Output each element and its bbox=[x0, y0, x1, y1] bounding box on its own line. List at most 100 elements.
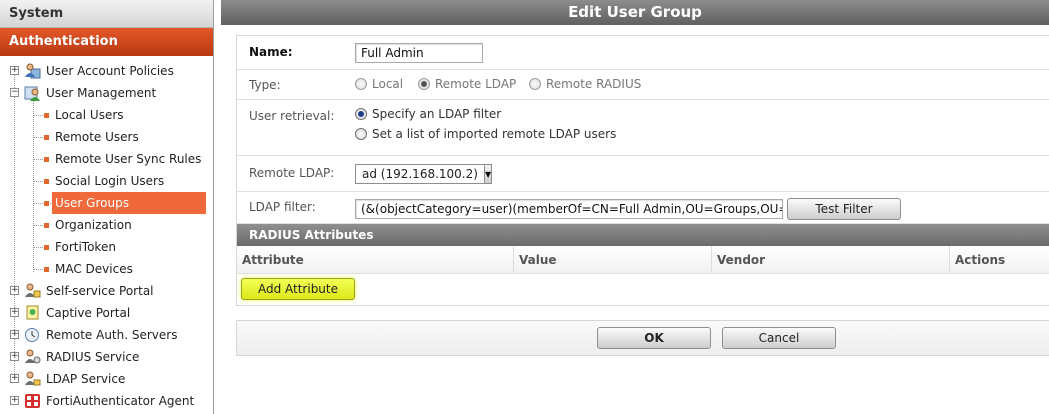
retrieval-radio-imported-users[interactable]: Set a list of imported remote LDAP users bbox=[355, 127, 616, 141]
radio-label: Remote RADIUS bbox=[546, 77, 642, 91]
expand-icon[interactable]: + bbox=[10, 286, 19, 295]
form-actions: OK Cancel bbox=[236, 320, 1049, 356]
nav-item-label: Remote User Sync Rules bbox=[55, 152, 202, 166]
user-group-form: Name: Full Admin Type: Local Remote LDAP… bbox=[236, 35, 1049, 306]
remote-auth-icon bbox=[25, 328, 39, 342]
nav-item-label: User Account Policies bbox=[46, 64, 174, 78]
bullet-icon bbox=[44, 113, 49, 118]
agent-icon bbox=[25, 394, 40, 408]
nav-item-label: Remote Auth. Servers bbox=[46, 328, 178, 342]
type-label: Type: bbox=[249, 78, 281, 92]
expand-icon[interactable]: + bbox=[10, 352, 19, 361]
expand-icon[interactable]: + bbox=[10, 396, 19, 405]
column-attribute: Attribute bbox=[237, 246, 514, 274]
nav-item-label: User Groups bbox=[55, 196, 129, 210]
radio-icon bbox=[418, 78, 430, 90]
nav-item-label: Captive Portal bbox=[46, 306, 131, 320]
type-row: Type: Local Remote LDAP Remote RADIUS bbox=[237, 70, 1049, 100]
radius-service-icon bbox=[25, 349, 41, 364]
nav-item-label: FortiToken bbox=[55, 240, 116, 254]
user-retrieval-label: User retrieval: bbox=[249, 109, 335, 123]
radius-table-body: Add Attribute bbox=[237, 274, 1049, 305]
bullet-icon bbox=[44, 223, 49, 228]
nav-item-label: Remote Users bbox=[55, 130, 139, 144]
nav-tree: + User Account Policies − User Managemen… bbox=[0, 56, 213, 412]
nav-item-mac-devices[interactable]: MAC Devices bbox=[0, 258, 213, 280]
nav-item-label: Local Users bbox=[55, 108, 124, 122]
type-radio-remote-radius: Remote RADIUS bbox=[529, 77, 641, 91]
nav-item-local-users[interactable]: Local Users bbox=[0, 104, 213, 126]
nav-item-fortiauthenticator-agent[interactable]: + FortiAuthenticator Agent bbox=[0, 390, 213, 412]
nav-item-captive-portal[interactable]: + Captive Portal bbox=[0, 302, 213, 324]
navigation-pane: System Authentication + User Account Pol… bbox=[0, 0, 214, 414]
name-label: Name: bbox=[249, 45, 293, 59]
user-retrieval-row: User retrieval: Specify an LDAP filter S… bbox=[237, 100, 1049, 156]
type-radio-remote-ldap: Remote LDAP bbox=[418, 77, 516, 91]
expand-icon[interactable]: + bbox=[10, 330, 19, 339]
nav-item-user-groups[interactable]: User Groups bbox=[44, 192, 206, 214]
nav-item-label: User Management bbox=[46, 86, 157, 100]
radio-icon bbox=[355, 78, 367, 90]
nav-item-label: Self-service Portal bbox=[46, 284, 154, 298]
bullet-icon bbox=[44, 179, 49, 184]
nav-item-remote-auth-servers[interactable]: + Remote Auth. Servers bbox=[0, 324, 213, 346]
bullet-icon bbox=[44, 201, 49, 206]
radius-attributes-header: RADIUS Attributes bbox=[237, 224, 1049, 246]
nav-item-fortitoken[interactable]: FortiToken bbox=[0, 236, 213, 258]
radio-icon bbox=[355, 128, 367, 140]
nav-item-social-login-users[interactable]: Social Login Users bbox=[0, 170, 213, 192]
nav-item-radius-service[interactable]: + RADIUS Service bbox=[0, 346, 213, 368]
remote-ldap-value: ad (192.168.100.2) bbox=[362, 167, 478, 181]
radio-icon bbox=[355, 108, 367, 120]
radio-icon bbox=[529, 78, 541, 90]
cancel-button[interactable]: Cancel bbox=[722, 327, 836, 349]
nav-item-organization[interactable]: Organization bbox=[0, 214, 213, 236]
radius-table-header: Attribute Value Vendor Actions bbox=[237, 246, 1049, 274]
radio-label: Specify an LDAP filter bbox=[372, 107, 502, 121]
retrieval-radio-ldap-filter[interactable]: Specify an LDAP filter bbox=[355, 107, 501, 121]
test-filter-button[interactable]: Test Filter bbox=[787, 198, 901, 220]
column-actions: Actions bbox=[955, 253, 1006, 267]
nav-section-authentication[interactable]: Authentication bbox=[0, 28, 213, 56]
ldap-filter-input[interactable]: (&(objectCategory=user)(memberOf=CN=Full… bbox=[355, 199, 783, 219]
nav-item-user-management[interactable]: − User Management bbox=[0, 82, 213, 104]
nav-item-ldap-service[interactable]: + LDAP Service bbox=[0, 368, 213, 390]
user-policy-icon bbox=[25, 63, 41, 79]
remote-ldap-label: Remote LDAP: bbox=[249, 166, 335, 180]
user-management-icon bbox=[24, 86, 40, 101]
column-value: Value bbox=[514, 246, 712, 274]
add-attribute-button[interactable]: Add Attribute bbox=[241, 278, 355, 300]
ldap-filter-label: LDAP filter: bbox=[249, 200, 316, 214]
nav-item-label: MAC Devices bbox=[55, 262, 133, 276]
bullet-icon bbox=[44, 267, 49, 272]
bullet-icon bbox=[44, 157, 49, 162]
type-radio-local: Local bbox=[355, 77, 403, 91]
expand-icon[interactable]: + bbox=[10, 66, 19, 75]
radio-label: Remote LDAP bbox=[435, 77, 517, 91]
remote-ldap-row: Remote LDAP: ad (192.168.100.2) ▼ bbox=[237, 156, 1049, 192]
chevron-down-icon[interactable]: ▼ bbox=[483, 165, 492, 183]
nav-item-remote-users[interactable]: Remote Users bbox=[0, 126, 213, 148]
nav-item-self-service-portal[interactable]: + Self-service Portal bbox=[0, 280, 213, 302]
nav-item-remote-user-sync-rules[interactable]: Remote User Sync Rules bbox=[0, 148, 213, 170]
expand-icon[interactable]: + bbox=[10, 374, 19, 383]
name-row: Name: Full Admin bbox=[237, 36, 1049, 70]
main-content: Edit User Group Name: Full Admin Type: L… bbox=[221, 0, 1049, 414]
page-title: Edit User Group bbox=[221, 0, 1049, 25]
bullet-icon bbox=[44, 135, 49, 140]
nav-item-label: RADIUS Service bbox=[46, 350, 140, 364]
bullet-icon bbox=[44, 245, 49, 250]
radio-label: Set a list of imported remote LDAP users bbox=[372, 127, 617, 141]
nav-item-label: Social Login Users bbox=[55, 174, 165, 188]
captive-portal-icon bbox=[26, 305, 39, 320]
nav-item-label: FortiAuthenticator Agent bbox=[46, 394, 195, 408]
nav-item-label: Organization bbox=[55, 218, 132, 232]
nav-item-user-account-policies[interactable]: + User Account Policies bbox=[0, 60, 213, 82]
ldap-filter-row: LDAP filter: (&(objectCategory=user)(mem… bbox=[237, 192, 1049, 224]
expand-icon[interactable]: + bbox=[10, 308, 19, 317]
remote-ldap-select[interactable]: ad (192.168.100.2) ▼ bbox=[355, 164, 492, 184]
collapse-icon[interactable]: − bbox=[10, 88, 19, 97]
nav-section-system[interactable]: System bbox=[0, 0, 213, 28]
name-input[interactable]: Full Admin bbox=[355, 43, 483, 63]
ok-button[interactable]: OK bbox=[597, 327, 711, 349]
